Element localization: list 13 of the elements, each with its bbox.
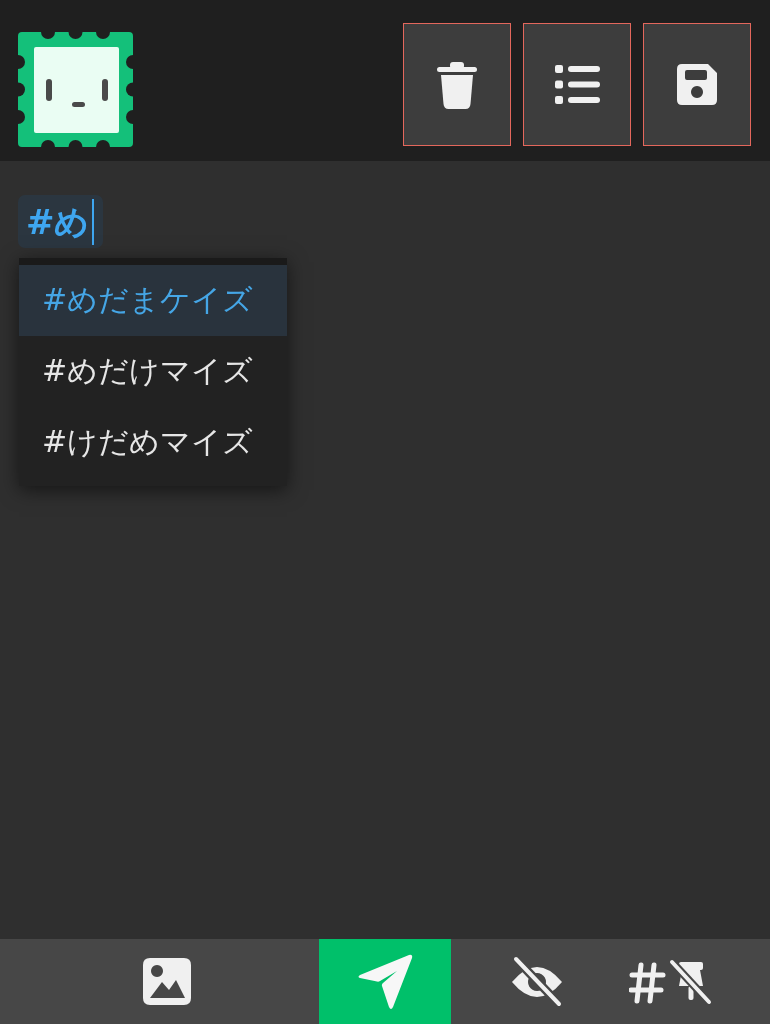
paper-plane-icon: [357, 953, 413, 1010]
list-icon: [554, 65, 600, 104]
suggestion-item[interactable]: #けだめマイズ: [19, 407, 287, 478]
save-button[interactable]: [643, 23, 751, 146]
trash-icon: [437, 60, 477, 109]
image-icon: [142, 958, 191, 1005]
suggestion-item[interactable]: #めだまケイズ: [19, 265, 287, 336]
eye-slash-icon: [511, 956, 563, 1007]
hashtag-input-field[interactable]: #め: [18, 195, 103, 248]
list-button[interactable]: [523, 23, 631, 146]
delete-button[interactable]: [403, 23, 511, 146]
suggestion-item[interactable]: #めだけマイズ: [19, 336, 287, 407]
hash-pin-slash-icon: [628, 958, 712, 1005]
